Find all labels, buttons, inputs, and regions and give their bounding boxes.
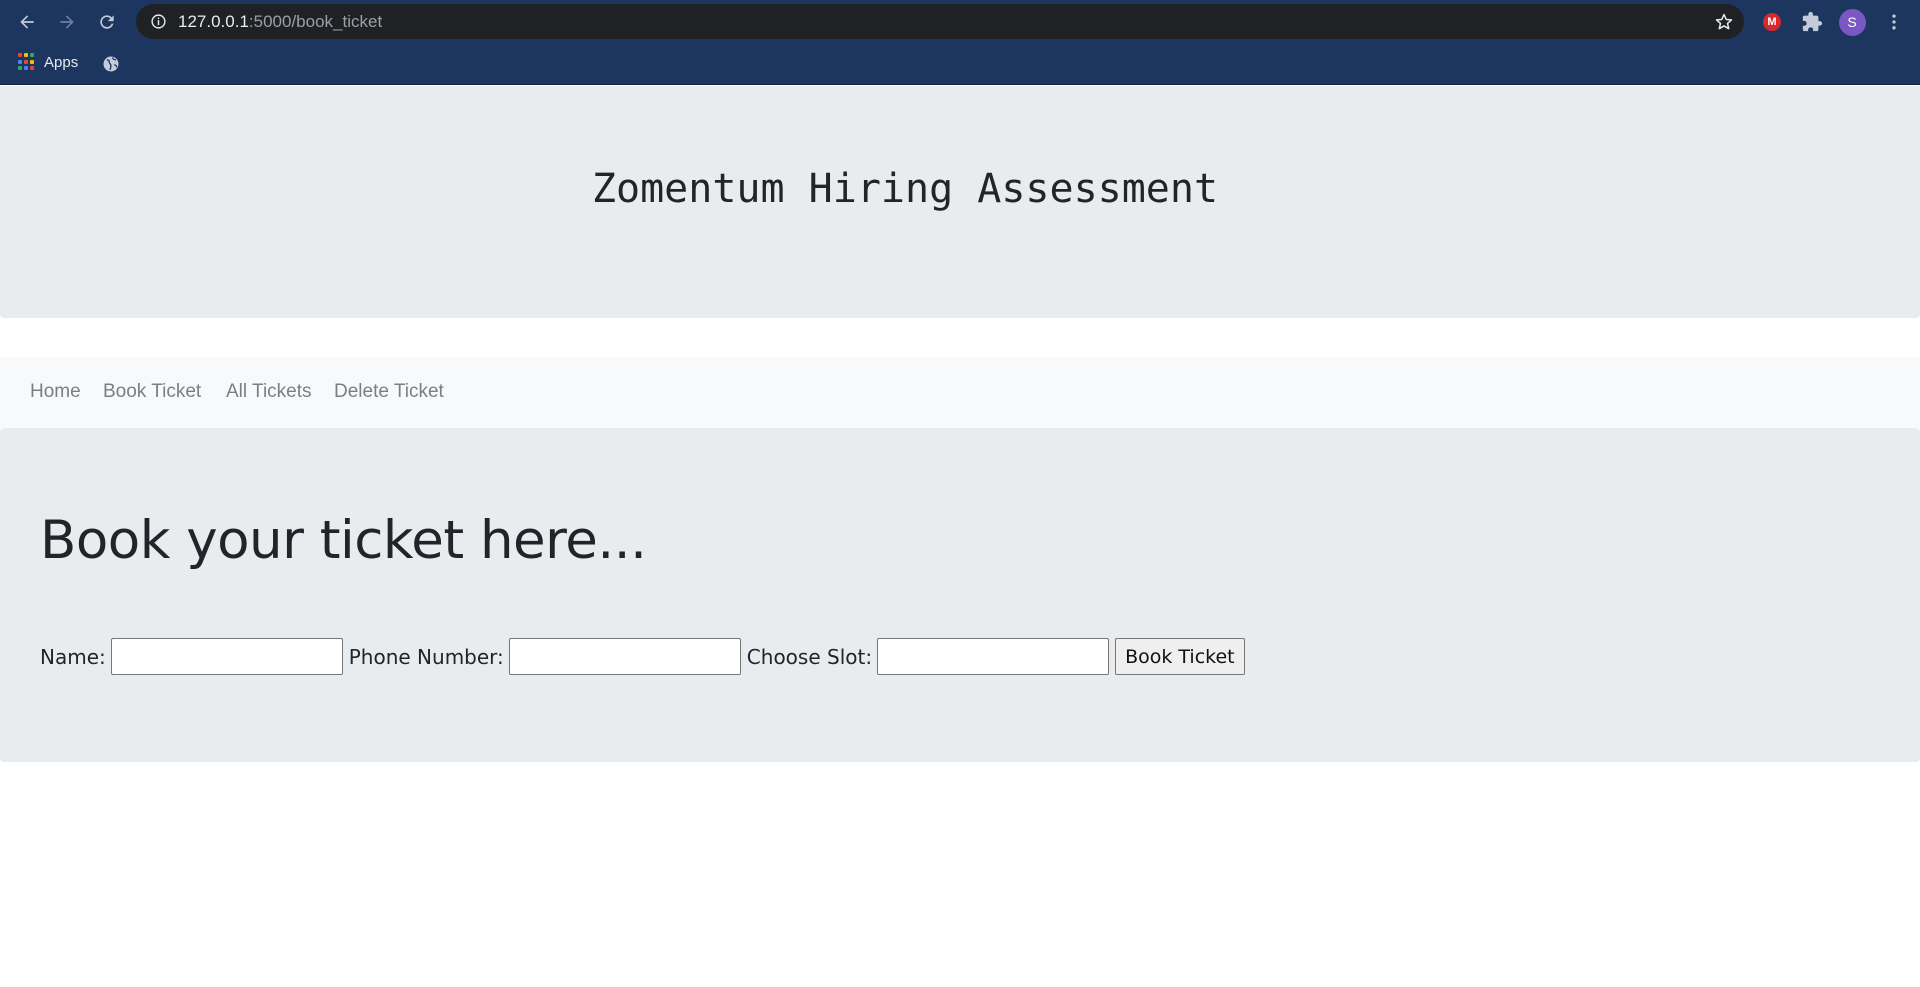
apps-bookmark[interactable]: Apps [18,53,78,71]
booking-form: Name: Phone Number: Choose Slot: Book Ti… [40,638,1245,675]
nav-link-all-tickets[interactable]: All Tickets [226,381,312,403]
profile-button[interactable]: S [1838,8,1866,36]
globe-bookmark-icon[interactable] [101,54,121,74]
reload-icon [100,15,114,29]
page-heading: Book your ticket here... [40,510,647,571]
booking-jumbotron: Book your ticket here... Name: Phone Num… [0,428,1920,762]
apps-grid-icon [18,53,36,71]
phone-label: Phone Number: [348,644,504,669]
book-ticket-button[interactable]: Book Ticket [1115,638,1245,675]
name-input[interactable] [110,638,343,675]
slot-input[interactable] [877,638,1110,675]
forward-button[interactable] [54,9,80,35]
puzzle-icon [1802,11,1823,32]
info-icon[interactable] [150,13,167,30]
forward-arrow-icon [60,15,74,29]
name-label: Name: [40,644,106,669]
site-title: Zomentum Hiring Assessment [591,166,1219,212]
browser-menu-button[interactable] [1882,10,1906,34]
slot-label: Choose Slot: [746,644,873,669]
mega-icon: M [1763,13,1781,31]
phone-input[interactable] [508,638,741,675]
navbar: Home Book Ticket All Tickets Delete Tick… [0,357,1920,428]
avatar: S [1838,8,1866,36]
extensions-button[interactable] [1800,10,1824,34]
bookmark-star-icon[interactable] [1714,12,1734,32]
bookmarks-bar: Apps [0,43,1920,85]
back-arrow-icon [20,15,34,29]
browser-toolbar: 127.0.0.1:5000/book_ticket M S [0,0,1920,43]
url-text[interactable]: 127.0.0.1:5000/book_ticket [178,12,382,32]
back-button[interactable] [14,9,40,35]
nav-link-delete-ticket[interactable]: Delete Ticket [334,381,444,403]
nav-link-home[interactable]: Home [30,381,81,403]
url-path: :5000/book_ticket [248,12,383,31]
nav-link-book-ticket[interactable]: Book Ticket [103,381,201,403]
address-bar[interactable]: 127.0.0.1:5000/book_ticket [136,4,1744,39]
mega-extension-button[interactable]: M [1760,10,1784,34]
kebab-menu-icon [1892,14,1896,30]
header-jumbotron: Zomentum Hiring Assessment [0,86,1920,318]
apps-label: Apps [44,53,79,71]
reload-button[interactable] [94,9,120,35]
url-host: 127.0.0.1 [178,12,249,31]
